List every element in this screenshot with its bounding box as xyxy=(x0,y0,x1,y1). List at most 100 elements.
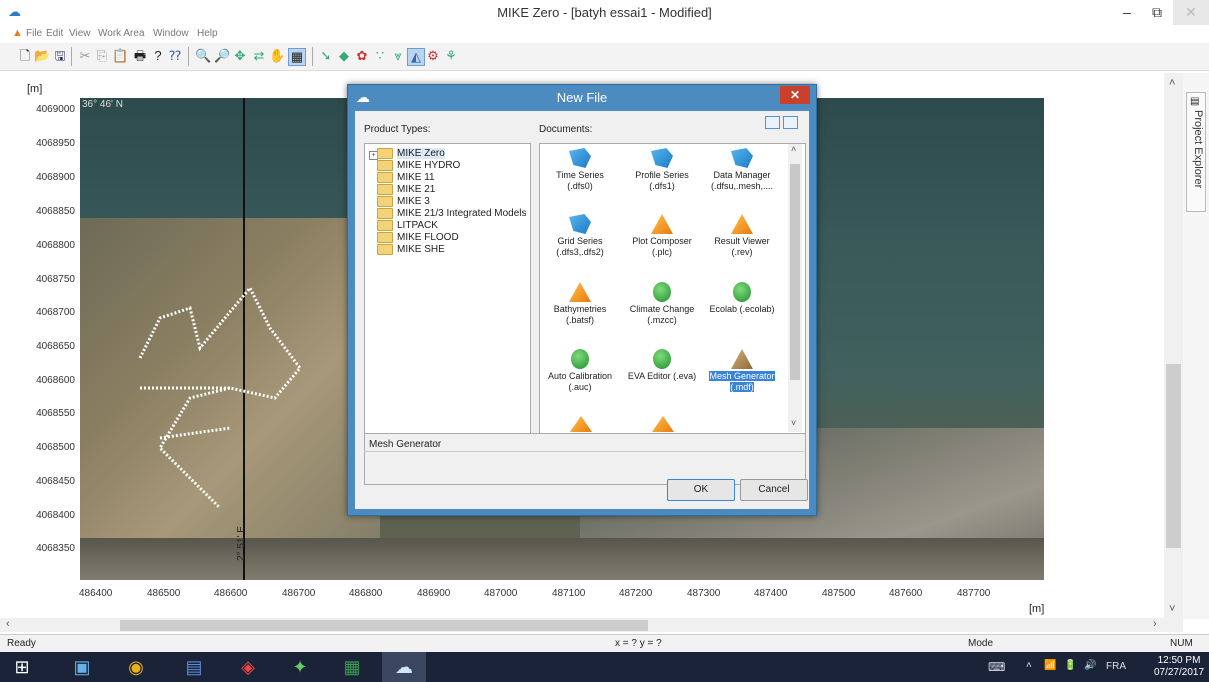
menu-edit[interactable]: Edit xyxy=(46,28,63,39)
app-menu-icon[interactable]: ▲ xyxy=(12,27,23,39)
new-file-icon[interactable]: 🗋 xyxy=(17,48,33,64)
line-icon[interactable]: ⩔ xyxy=(390,48,406,64)
menu-file[interactable]: File xyxy=(26,28,42,39)
y-tick-label: 4068850 xyxy=(36,206,75,217)
x-unit-label: [m] xyxy=(1029,603,1045,615)
language-indicator[interactable]: FRA xyxy=(1106,661,1126,672)
points-icon[interactable]: ∵ xyxy=(372,48,388,64)
dialog-close-button[interactable]: ✕ xyxy=(780,86,810,104)
toolbar-separator xyxy=(188,47,189,66)
y-tick-label: 4068950 xyxy=(36,138,75,149)
chrome-icon[interactable]: ◉ xyxy=(114,652,158,682)
hand-icon[interactable]: ✋ xyxy=(269,48,285,64)
large-icons-view-icon[interactable] xyxy=(765,116,780,129)
doc-time-series[interactable]: Time Series (.dfs0) xyxy=(544,148,616,192)
x-tick-label: 486800 xyxy=(349,588,383,599)
volume-icon[interactable]: 🔊 xyxy=(1084,660,1096,671)
analyze-icon[interactable]: ⚘ xyxy=(443,48,459,64)
tree-item-mike-11[interactable]: MIKE 11 xyxy=(377,172,435,183)
polygon-icon[interactable]: ✿ xyxy=(354,48,370,64)
doc-profile-series[interactable]: Profile Series (.dfs1) xyxy=(626,148,698,192)
start-button-icon[interactable]: ⊞ xyxy=(0,652,44,682)
pdf-app-icon[interactable]: ◈ xyxy=(226,652,270,682)
copy-icon[interactable]: ⎘ xyxy=(94,48,110,64)
scroll-down-icon[interactable]: ˅ xyxy=(791,418,796,428)
tree-item-litpack[interactable]: LITPACK xyxy=(377,220,438,231)
doc-eva-editor[interactable]: EVA Editor (.eva) xyxy=(626,349,698,382)
scroll-down-icon[interactable]: ˅ xyxy=(1169,603,1175,615)
clock[interactable]: 12:50 PM 07/27/2017 xyxy=(1150,655,1208,679)
open-folder-icon[interactable]: 📂 xyxy=(34,48,50,64)
doc-climate-change[interactable]: Climate Change (.mzcc) xyxy=(626,282,698,326)
doc-result-viewer[interactable]: Result Viewer (.rev) xyxy=(706,214,778,258)
doc-ecolab[interactable]: Ecolab (.ecolab) xyxy=(706,282,778,315)
documents-scroll-thumb[interactable] xyxy=(790,164,800,380)
tree-item-mike-she[interactable]: MIKE SHE xyxy=(377,244,445,255)
doc-plot-composer[interactable]: Plot Composer (.plc) xyxy=(626,214,698,258)
mesh-icon[interactable]: ⚙ xyxy=(425,48,441,64)
longitude-label: 2° 51' E xyxy=(235,526,247,561)
menu-help[interactable]: Help xyxy=(197,28,218,39)
mike-zero-task-icon[interactable]: ☁ xyxy=(382,652,426,682)
network-icon[interactable]: 📶 xyxy=(1044,660,1056,671)
close-button[interactable]: ✕ xyxy=(1173,0,1209,25)
help-icon[interactable]: ? xyxy=(150,48,166,64)
file-explorer-icon[interactable]: ▣ xyxy=(60,652,104,682)
draw-arc-icon[interactable]: ◆ xyxy=(336,48,352,64)
menu-work-area[interactable]: Work Area xyxy=(98,28,145,39)
menu-view[interactable]: View xyxy=(69,28,91,39)
horizontal-scroll-thumb[interactable] xyxy=(120,620,648,631)
save-icon[interactable]: 🖫 xyxy=(52,48,68,64)
zoom-in-icon[interactable]: 🔍 xyxy=(195,48,211,64)
menu-window[interactable]: Window xyxy=(153,28,189,39)
doc-mesh-generator[interactable]: Mesh Generator (.mdf) xyxy=(706,349,778,393)
cancel-button[interactable]: Cancel xyxy=(740,479,808,501)
pan-icon[interactable]: ✥ xyxy=(232,48,248,64)
scroll-up-icon[interactable]: ˄ xyxy=(791,144,796,154)
doc-grid-series[interactable]: Grid Series (.dfs3,.dfs2) xyxy=(544,214,616,258)
toolbar: 🗋 📂 🖫 ✂ ⎘ 📋 🖶 ? ⁇ 🔍 🔎 ✥ ⇄ ✋ ▦ ➘ ◆ ✿ ∵ ⩔ … xyxy=(0,43,1209,71)
excel-icon[interactable]: ▦ xyxy=(330,652,374,682)
battery-icon[interactable]: 🔋 xyxy=(1064,660,1076,671)
grid-icon[interactable]: ▦ xyxy=(288,48,306,66)
triangulate-icon[interactable]: ◭ xyxy=(407,48,425,66)
restore-button[interactable]: ⧉ xyxy=(1139,0,1175,25)
y-tick-label: 4069000 xyxy=(36,104,75,115)
y-tick-label: 4068750 xyxy=(36,274,75,285)
scroll-up-icon[interactable]: ˄ xyxy=(1169,77,1175,89)
list-view-icon[interactable] xyxy=(783,116,798,129)
tree-item-mike-21[interactable]: MIKE 21 xyxy=(377,184,435,195)
scroll-left-icon[interactable]: ‹ xyxy=(6,618,10,630)
doc-data-manager[interactable]: Data Manager (.dfsu,.mesh,.... xyxy=(706,148,778,192)
cut-icon[interactable]: ✂ xyxy=(77,48,93,64)
select-point-icon[interactable]: ➘ xyxy=(318,48,334,64)
keyboard-icon[interactable]: ⌨ xyxy=(988,660,1005,674)
context-help-icon[interactable]: ⁇ xyxy=(167,48,183,64)
grid-series-icon xyxy=(569,214,591,234)
show-hidden-icon[interactable]: ˄ xyxy=(1026,660,1032,671)
tree-item-mike-hydro[interactable]: MIKE HYDRO xyxy=(377,160,460,171)
zoom-out-icon[interactable]: 🔎 xyxy=(214,48,230,64)
word-icon[interactable]: ▤ xyxy=(172,652,216,682)
tree-item-mike-zero[interactable]: MIKE Zero xyxy=(377,148,445,160)
folder-icon xyxy=(377,196,393,207)
scroll-right-icon[interactable]: › xyxy=(1153,618,1157,630)
tree-item-mike-flood[interactable]: MIKE FLOOD xyxy=(377,232,459,243)
status-bar xyxy=(0,634,1209,652)
documents-list[interactable]: Time Series (.dfs0) Profile Series (.dfs… xyxy=(539,143,806,435)
project-explorer-icon: ▤ xyxy=(1190,96,1200,107)
paste-icon[interactable]: 📋 xyxy=(112,48,128,64)
doc-bathymetries[interactable]: Bathymetries (.batsf) xyxy=(544,282,616,326)
clock-date: 07/27/2017 xyxy=(1153,667,1205,678)
tree-item-mike-3[interactable]: MIKE 3 xyxy=(377,196,430,207)
tree-item-mike-21-3-integrated[interactable]: MIKE 21/3 Integrated Models xyxy=(377,208,527,219)
doc-auto-calibration[interactable]: Auto Calibration (.auc) xyxy=(544,349,616,393)
ok-button[interactable]: OK xyxy=(667,479,735,501)
measure-icon[interactable]: ⇄ xyxy=(251,48,267,64)
product-types-tree[interactable]: + MIKE Zero MIKE HYDRO MIKE 11 MIKE 21 M… xyxy=(364,143,531,435)
vertical-scroll-thumb[interactable] xyxy=(1166,364,1181,548)
product-types-label: Product Types: xyxy=(364,124,431,135)
qgis-icon[interactable]: ✦ xyxy=(278,652,322,682)
result-viewer-icon xyxy=(731,214,753,234)
print-icon[interactable]: 🖶 xyxy=(132,48,148,64)
